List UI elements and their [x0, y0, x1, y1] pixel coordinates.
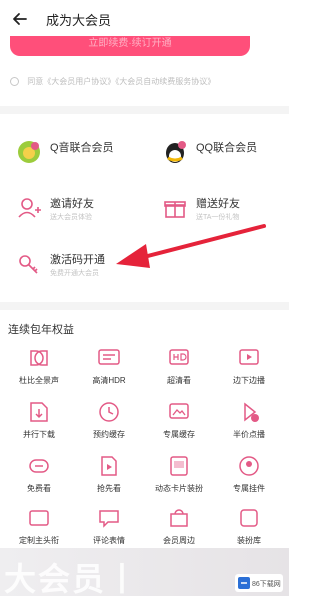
download-play-icon — [239, 349, 259, 365]
right-label: 会员周边 — [163, 536, 195, 545]
custom-title-icon — [29, 510, 49, 526]
dynamic-card-icon — [170, 456, 188, 476]
card-title: 赠送好友 — [196, 198, 240, 210]
right-label: 动态卡片装扮 — [155, 484, 203, 493]
right-label: 边下边播 — [233, 376, 265, 385]
right-item[interactable]: 动态卡片装扮 — [146, 454, 212, 506]
hd-icon — [169, 349, 189, 365]
gift-icon — [164, 201, 186, 218]
divider — [0, 302, 289, 310]
right-label: 半价点播 — [233, 430, 265, 439]
right-item[interactable]: 并行下载 — [6, 400, 72, 452]
right-label: 评论表情 — [93, 536, 125, 545]
card-gift-friend[interactable]: 赠送好友 送TA一份礼物 — [154, 185, 289, 235]
subscribe-button[interactable]: 立即续费·续订开通 — [10, 36, 250, 56]
exclusive-cache-icon — [169, 403, 189, 419]
qq-penguin-icon — [166, 141, 186, 163]
subscribe-button-label: 立即续费·续订开通 — [88, 38, 172, 49]
right-item[interactable]: 边下边播 — [216, 346, 282, 398]
header: 成为大会员 — [0, 0, 289, 40]
logo-text: 86下载网 — [252, 581, 281, 588]
free-watch-icon — [29, 459, 49, 473]
right-label: 专属缓存 — [163, 430, 195, 439]
half-price-icon — [244, 402, 259, 422]
right-label: 并行下载 — [23, 430, 55, 439]
card-qq[interactable]: QQ联合会员 — [154, 129, 289, 179]
q-music-icon — [18, 141, 40, 163]
right-label: 超清看 — [167, 376, 191, 385]
right-label: 高清HDR — [92, 376, 126, 385]
right-item[interactable]: 半价点播 — [216, 400, 282, 452]
invite-user-icon — [18, 198, 41, 218]
hdr-icon — [98, 349, 120, 365]
agreement-checkbox[interactable] — [10, 77, 19, 86]
section-title: 连续包年权益 — [8, 324, 74, 336]
right-item[interactable]: 抢先看 — [76, 454, 142, 506]
schedule-cache-icon — [99, 402, 119, 422]
right-label: 抢先看 — [97, 484, 121, 493]
page-title: 成为大会员 — [46, 13, 112, 28]
card-title: 激活码开通 — [50, 254, 105, 266]
card-title: 邀请好友 — [50, 198, 94, 210]
right-item[interactable]: 超清看 — [146, 346, 212, 398]
card-activation-code[interactable]: 激活码开通 免费开通大会员 — [8, 241, 143, 291]
early-access-icon — [101, 456, 117, 476]
right-item[interactable]: 专属挂件 — [216, 454, 282, 506]
banner-text: 大会员丨 — [4, 561, 141, 596]
right-item[interactable]: 预约缓存 — [76, 400, 142, 452]
comment-emoji-icon — [99, 510, 119, 528]
pendant-icon — [239, 456, 259, 476]
divider — [0, 106, 289, 114]
parallel-download-icon — [30, 402, 48, 422]
right-label: 预约缓存 — [93, 430, 125, 439]
card-subtitle: 送大会员体验 — [50, 214, 92, 221]
card-subtitle: 免费开通大会员 — [50, 270, 99, 277]
right-item[interactable]: 免费看 — [6, 454, 72, 506]
right-item[interactable]: 高清HDR — [76, 346, 142, 398]
right-label: 定制主头衔 — [19, 536, 59, 545]
card-subtitle: 送TA一份礼物 — [196, 214, 240, 221]
card-invite-friend[interactable]: 邀请好友 送大会员体验 — [8, 185, 143, 235]
agreement-text: 同意《大会员用户协议》《大会员自动续费服务协议》 — [27, 77, 216, 86]
agreement-row[interactable]: 同意《大会员用户协议》《大会员自动续费服务协议》 — [10, 76, 285, 94]
card-q-music[interactable]: Q音联合会员 — [8, 129, 143, 179]
dolby-icon — [30, 350, 48, 366]
back-arrow-icon[interactable] — [10, 9, 30, 29]
key-icon — [19, 255, 38, 274]
merch-icon — [170, 509, 188, 527]
card-title: QQ联合会员 — [196, 142, 258, 154]
right-label: 杜比全景声 — [19, 376, 59, 385]
site-logo: 86下载网 — [235, 574, 283, 592]
right-label: 免费看 — [27, 484, 51, 493]
card-title: Q音联合会员 — [50, 142, 114, 154]
decoration-icon — [240, 509, 258, 527]
right-item[interactable]: 杜比全景声 — [6, 346, 72, 398]
right-item[interactable]: 专属缓存 — [146, 400, 212, 452]
right-label: 装扮库 — [237, 536, 261, 545]
right-label: 专属挂件 — [233, 484, 265, 493]
logo-mark-icon — [238, 577, 250, 589]
